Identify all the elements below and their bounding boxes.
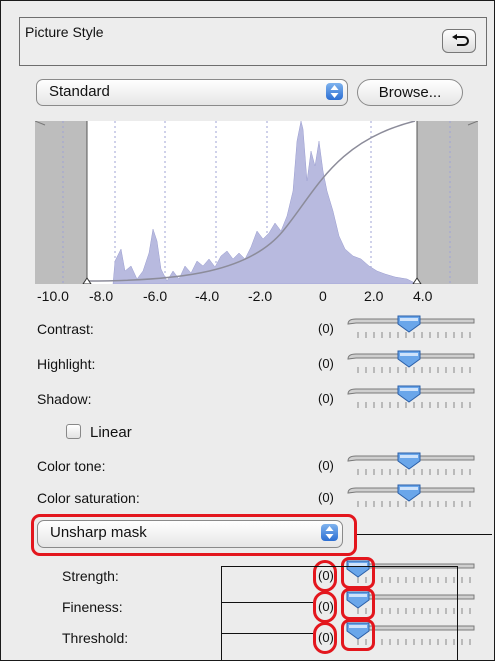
fineness-value-highlight: [313, 591, 337, 623]
slider-thumb-shine: [400, 353, 418, 356]
slider-thumb-shine: [400, 487, 418, 490]
shadow-value: (0): [318, 391, 334, 406]
callout-line: [221, 602, 313, 603]
shadow-label: Shadow:: [37, 391, 92, 407]
picture-style-select[interactable]: Standard: [36, 79, 348, 106]
axis-tick-label: -8.0: [89, 288, 114, 304]
shadow-slider[interactable]: [346, 384, 476, 416]
contrast-label: Contrast:: [37, 321, 94, 337]
strength-value-highlight: [313, 560, 337, 592]
slider-thumb-shine: [400, 318, 418, 321]
callout-line: [221, 633, 313, 634]
highlight-slider[interactable]: [346, 349, 476, 381]
strength-thumb-highlight: [341, 557, 375, 589]
panel-header: Picture Style: [19, 17, 487, 66]
highlight-value: (0): [318, 356, 334, 371]
color-saturation-label: Color saturation:: [37, 490, 140, 506]
axis-tick-label: -10.0: [37, 288, 69, 304]
callout-line: [221, 566, 222, 660]
select-arrows-icon: [326, 83, 343, 100]
contrast-value: (0): [318, 321, 334, 336]
contrast-slider[interactable]: [346, 314, 476, 346]
picture-style-panel: Picture Style Standard Browse... -10.0 -…: [0, 0, 495, 661]
axis-tick-label: -6.0: [143, 288, 168, 304]
callout-line: [357, 534, 492, 535]
color-saturation-value: (0): [318, 490, 334, 505]
threshold-label: Threshold:: [62, 630, 129, 646]
fineness-label: Fineness:: [62, 599, 123, 615]
axis-tick-label: -2.0: [248, 288, 273, 304]
threshold-value-highlight: [313, 622, 337, 654]
slider-thumb-shine: [400, 388, 418, 391]
browse-button[interactable]: Browse...: [357, 79, 463, 106]
color-tone-slider[interactable]: [346, 451, 476, 483]
axis-tick-label: 4.0: [413, 288, 433, 304]
axis-tick-label: -4.0: [195, 288, 220, 304]
color-tone-value: (0): [318, 458, 334, 473]
undo-button[interactable]: [442, 29, 476, 53]
undo-arrow-icon: [452, 34, 469, 46]
callout-line: [221, 566, 458, 567]
fineness-thumb-highlight: [341, 588, 375, 620]
tone-curve-histogram[interactable]: [35, 121, 478, 284]
axis-tick-label: 0: [319, 288, 327, 304]
panel-title: Picture Style: [25, 24, 104, 40]
strength-label: Strength:: [62, 568, 119, 584]
sharpness-select-highlight: [31, 514, 357, 556]
color-saturation-slider[interactable]: [346, 483, 476, 515]
threshold-thumb-highlight: [341, 619, 375, 651]
callout-line: [457, 566, 458, 660]
linear-label: Linear: [90, 424, 132, 441]
highlight-label: Highlight:: [37, 356, 96, 372]
color-tone-label: Color tone:: [37, 458, 106, 474]
slider-thumb-shine: [400, 455, 418, 458]
linear-checkbox[interactable]: [66, 424, 81, 439]
picture-style-value: Standard: [49, 83, 110, 100]
axis-tick-label: 2.0: [364, 288, 384, 304]
